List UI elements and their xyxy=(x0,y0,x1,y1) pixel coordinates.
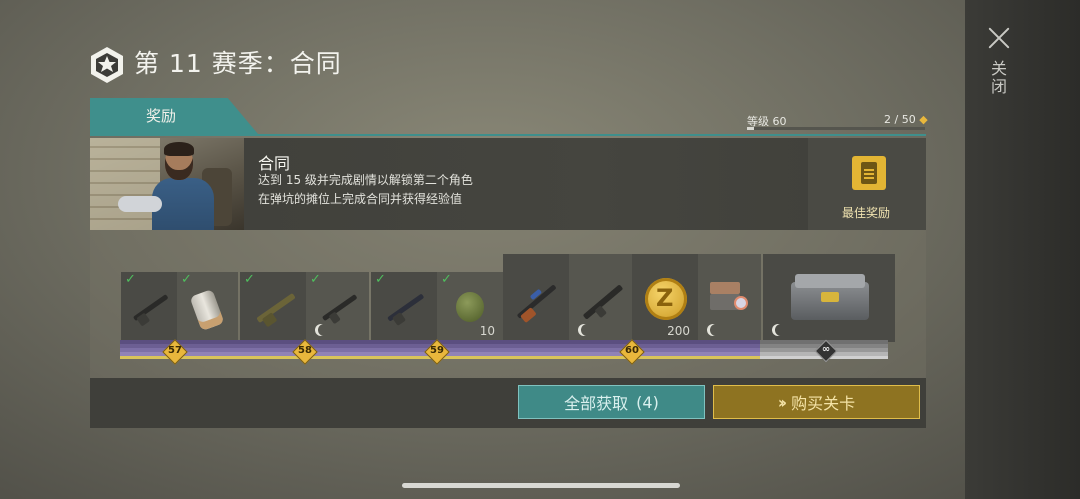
check-icon: ✓ xyxy=(181,272,192,287)
crate-icon xyxy=(791,274,869,322)
reward-cell[interactable]: Z 200 xyxy=(632,254,698,342)
check-icon: ✓ xyxy=(244,272,255,287)
level-number: 58 xyxy=(298,345,312,356)
reward-cell[interactable] xyxy=(763,254,895,342)
moon-icon xyxy=(710,324,722,336)
diamond-icon: ◆ xyxy=(919,113,928,126)
smg-icon xyxy=(317,287,364,330)
workbench-icon xyxy=(710,282,748,312)
reward-cell[interactable]: ✓ xyxy=(121,272,177,342)
contract-description: 达到 15 级并完成剧情以解锁第二个角色 在弹坑的摊位上完成合同并获得经验值 xyxy=(258,171,473,209)
reward-cell[interactable]: ✓ 10 xyxy=(437,272,503,342)
check-icon: ✓ xyxy=(375,272,386,287)
level-number: 57 xyxy=(168,345,182,356)
buy-level-button[interactable]: ›› 购买关卡 xyxy=(713,385,920,419)
home-indicator[interactable] xyxy=(402,483,680,488)
claim-all-button[interactable]: 全部获取 (4) xyxy=(518,385,705,419)
assault-rifle-icon xyxy=(577,277,629,326)
level-progress-text: 2 / 50 xyxy=(884,113,916,126)
close-icon[interactable] xyxy=(983,22,1015,54)
level-progress: 2 / 50 ◆ xyxy=(884,113,928,126)
character-portrait xyxy=(90,138,244,230)
claim-all-label: 全部获取 xyxy=(564,394,629,413)
season-badge-icon xyxy=(91,47,123,83)
reward-cell[interactable] xyxy=(698,254,761,342)
level-number: 59 xyxy=(430,345,444,356)
contract-line-1: 达到 15 级并完成剧情以解锁第二个角色 xyxy=(258,173,473,187)
level-number: 60 xyxy=(625,345,639,356)
reward-cell[interactable] xyxy=(569,254,632,342)
carbine-icon xyxy=(382,286,430,330)
item-quantity: 200 xyxy=(667,324,690,338)
reward-cell[interactable]: ✓ xyxy=(177,272,238,342)
check-icon: ✓ xyxy=(441,272,452,287)
camo-rifle-icon xyxy=(251,286,301,331)
grenade-icon xyxy=(456,292,484,322)
silencer-icon xyxy=(189,288,225,332)
item-quantity: 10 xyxy=(479,324,495,338)
rifle-icon xyxy=(128,287,175,330)
contract-line-2: 在弹坑的摊位上完成合同并获得经验值 xyxy=(258,192,463,206)
reward-cell[interactable] xyxy=(503,254,569,342)
level-progress-fill xyxy=(747,127,755,130)
moon-icon xyxy=(775,324,787,336)
level-progress-bar xyxy=(747,127,925,130)
reward-cell[interactable]: ✓ xyxy=(240,272,306,342)
moon-icon xyxy=(581,324,593,336)
reward-cell[interactable]: ✓ xyxy=(306,272,369,342)
tab-rewards[interactable]: 奖励 xyxy=(90,98,258,134)
page-title: 第 11 赛季：合同 xyxy=(134,49,342,78)
moon-icon xyxy=(318,324,330,336)
double-chevron-icon: ›› xyxy=(777,392,787,412)
infinity-level: ∞ xyxy=(821,344,831,355)
claim-count: (4) xyxy=(636,392,659,412)
tab-underline xyxy=(90,134,926,136)
check-icon: ✓ xyxy=(310,272,321,287)
reward-cell[interactable]: ✓ xyxy=(371,272,437,342)
clipboard-icon[interactable] xyxy=(852,156,886,190)
marksman-rifle-icon xyxy=(511,277,563,326)
close-label[interactable]: 关闭 xyxy=(987,60,1009,96)
side-panel xyxy=(965,0,1080,499)
buy-level-label: 购买关卡 xyxy=(791,394,856,413)
check-icon: ✓ xyxy=(125,272,136,287)
coin-icon: Z xyxy=(645,278,687,320)
best-reward-label[interactable]: 最佳奖励 xyxy=(842,204,890,221)
